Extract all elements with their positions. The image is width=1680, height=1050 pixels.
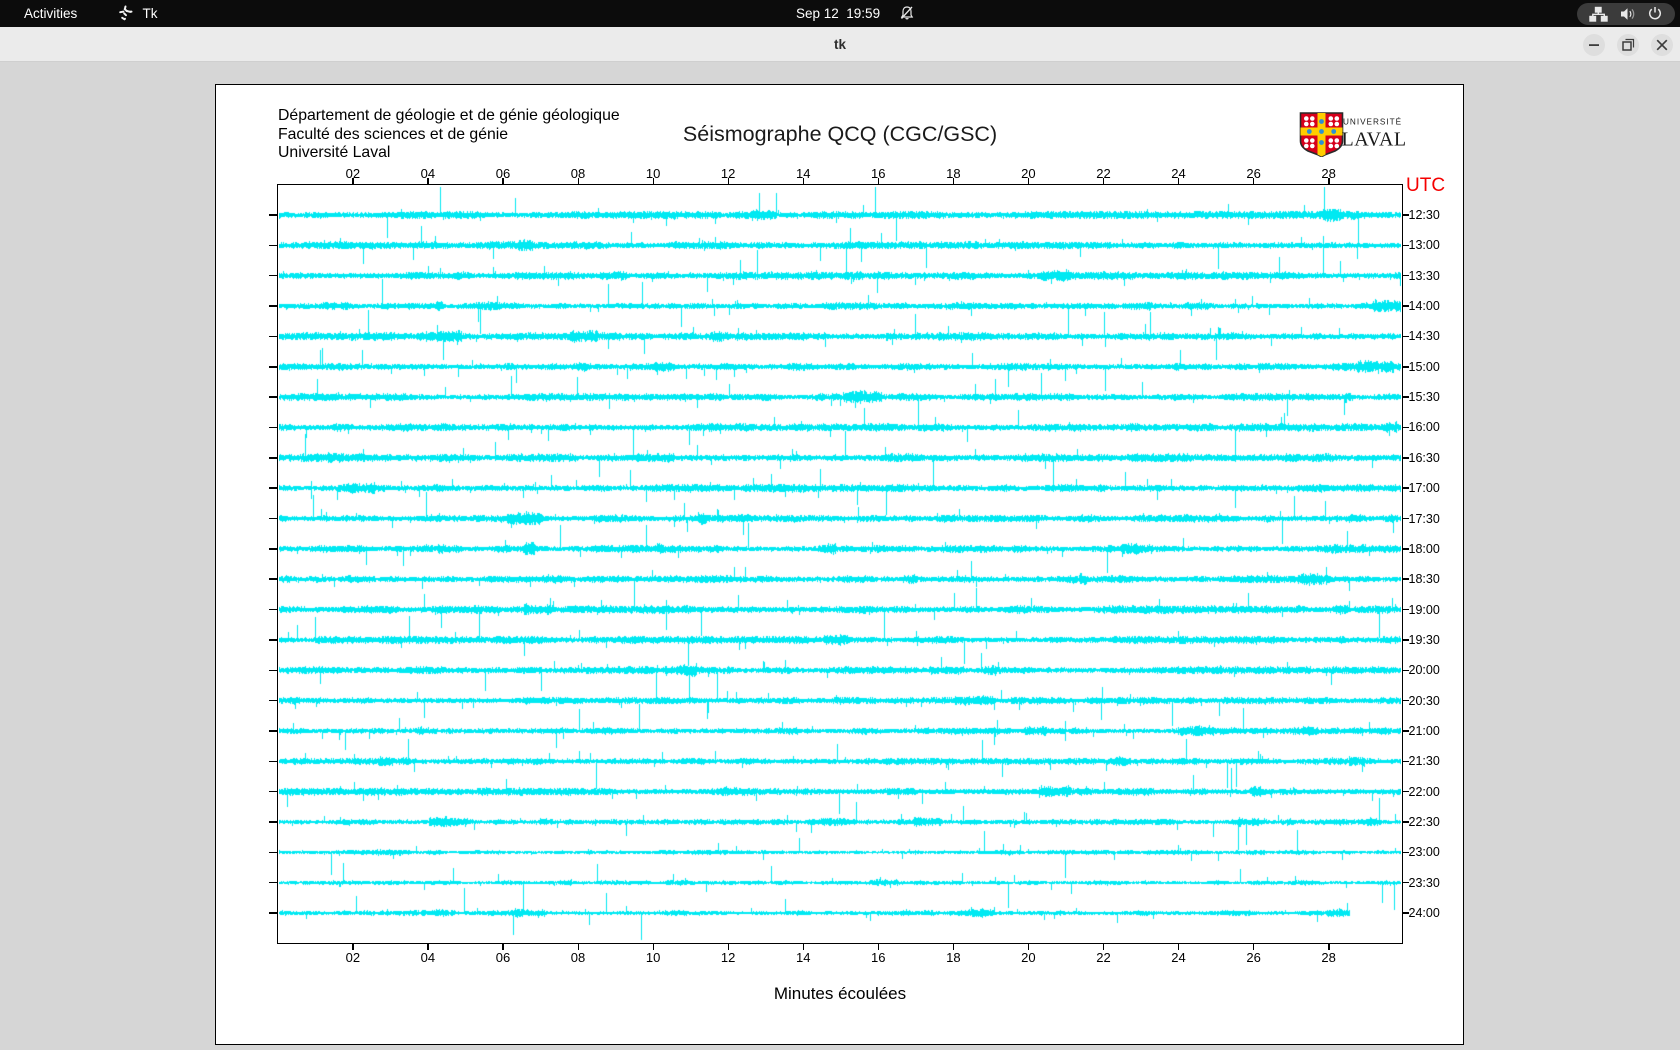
svg-text:LAVAL: LAVAL [1342,129,1407,151]
svg-text:UNIVERSITÉ: UNIVERSITÉ [1343,117,1402,127]
